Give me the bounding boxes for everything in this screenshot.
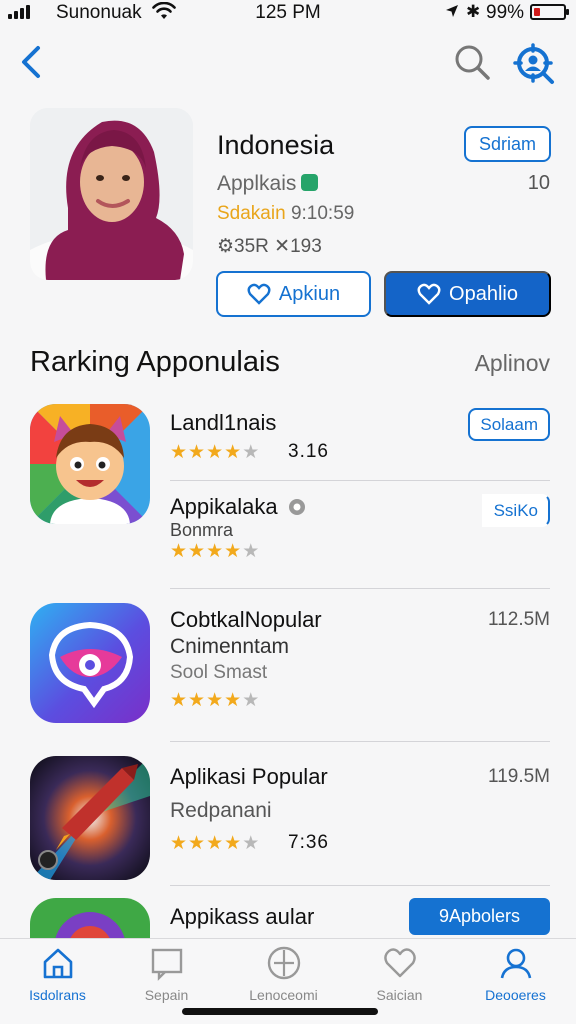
star-filled-icon: ★ — [224, 690, 243, 711]
tab-label: Isdolrans — [29, 987, 86, 1003]
app-title: CobtkalNopular — [170, 607, 322, 632]
star-filled-icon: ★ — [170, 541, 189, 562]
tab-explore[interactable]: Lenoceomi — [226, 945, 341, 1003]
profile-search-icon[interactable] — [512, 42, 556, 86]
divider — [170, 885, 550, 886]
tab-home[interactable]: Isdolrans — [0, 945, 115, 1003]
featured-meta-label: Sdakain — [217, 203, 286, 224]
status-bar: Sunonuak 125 PM ✱ 99% — [0, 0, 576, 28]
featured-small-button[interactable]: Sdriam — [464, 126, 551, 162]
star-filled-icon: ★ — [206, 442, 225, 463]
tab-label: Saician — [376, 987, 423, 1003]
app-icon-cartoon-boy[interactable] — [30, 404, 150, 524]
featured-filled-button[interactable]: Opahlio — [384, 271, 551, 317]
star-empty-icon: ★ — [242, 442, 261, 463]
star-filled-icon: ★ — [188, 690, 207, 711]
rating-value: 3.16 — [288, 441, 329, 462]
divider — [170, 741, 550, 742]
section-title: Rarking Apponulais — [30, 346, 280, 378]
message-icon — [151, 948, 182, 981]
star-rating: ★★★★★ — [170, 441, 260, 464]
app-subtitle: Bonmra — [170, 520, 234, 540]
divider — [170, 588, 550, 589]
divider — [170, 480, 550, 481]
heart-shield-icon — [247, 283, 271, 305]
search-icon[interactable] — [452, 42, 492, 82]
featured-meta: Sdakain 9:10:59 — [217, 203, 354, 225]
location-arrow-icon — [446, 5, 458, 17]
star-rating: ★★★★★ — [170, 832, 260, 855]
star-filled-icon: ★ — [224, 442, 243, 463]
verified-icon — [301, 174, 319, 191]
compass-icon — [267, 946, 300, 980]
app-subtitle: Cnimenntam — [170, 635, 290, 658]
tab-messages[interactable]: Sepain — [109, 945, 224, 1003]
featured-outline-button[interactable]: Apkiun — [216, 271, 371, 317]
star-filled-icon: ★ — [188, 833, 207, 854]
heart-outline-icon — [417, 283, 441, 305]
home-icon — [43, 948, 72, 979]
star-empty-icon: ★ — [242, 690, 261, 711]
verified-badge-icon — [288, 499, 305, 515]
star-filled-icon: ★ — [170, 442, 189, 463]
featured-portrait-image[interactable] — [30, 108, 193, 280]
rating-value: 7:36 — [288, 832, 329, 853]
app-icon-rocket[interactable] — [30, 756, 150, 880]
featured-category: Applkais — [217, 172, 297, 195]
tab-label: Lenoceomi — [249, 987, 318, 1003]
app-action-button[interactable]: SsiKo — [481, 494, 550, 527]
tab-profile[interactable]: Deooeres — [458, 945, 573, 1003]
chevron-left-icon[interactable] — [16, 40, 48, 84]
app-title: Aplikasi Popular — [170, 764, 328, 789]
person-icon — [500, 948, 531, 979]
app-title: Landl1nais — [170, 410, 277, 435]
star-filled-icon: ★ — [188, 541, 207, 562]
app-size: 119.5M — [488, 766, 550, 787]
app-icon-target[interactable] — [30, 898, 150, 938]
featured-title: Indonesia — [217, 130, 335, 160]
app-action-button[interactable]: Solaam — [468, 408, 550, 441]
app-subtitle: Redpanani — [170, 799, 272, 822]
tab-label: Sepain — [144, 987, 189, 1003]
star-filled-icon: ★ — [224, 833, 243, 854]
star-filled-icon: ★ — [188, 442, 207, 463]
section-see-all-link[interactable]: Aplinov — [475, 350, 550, 377]
featured-filled-button-label: Opahlio — [449, 282, 518, 305]
star-filled-icon: ★ — [206, 833, 225, 854]
star-filled-icon: ★ — [170, 690, 189, 711]
heart-icon — [383, 948, 416, 978]
app-icon-bird[interactable] — [30, 603, 150, 723]
app-title: Appikalaka — [170, 494, 306, 520]
home-indicator — [182, 1008, 378, 1015]
star-filled-icon: ★ — [206, 541, 225, 562]
app-size: 112.5M — [488, 609, 550, 630]
star-empty-icon: ★ — [242, 541, 261, 562]
tab-label: Deooeres — [485, 987, 546, 1003]
app-title-text: Appikalaka — [170, 494, 278, 519]
star-rating: ★★★★★ — [170, 540, 260, 563]
star-filled-icon: ★ — [170, 833, 189, 854]
battery-percent: 99% — [486, 2, 525, 23]
star-empty-icon: ★ — [242, 833, 261, 854]
star-filled-icon: ★ — [224, 541, 243, 562]
app-category: Sool Smast — [170, 662, 268, 683]
app-title: Appikass aular — [170, 904, 315, 929]
battery-icon — [530, 4, 569, 20]
featured-stats: ⚙35R ✕193 — [217, 236, 322, 257]
featured-meta-value: 9:10:59 — [290, 203, 355, 224]
featured-count: 10 — [527, 172, 550, 194]
bluetooth-icon: ✱ — [466, 2, 481, 21]
featured-subtitle: Applkais — [217, 172, 319, 196]
featured-outline-button-label: Apkiun — [278, 282, 341, 305]
app-action-button[interactable]: 9Apbolers — [409, 898, 550, 935]
star-filled-icon: ★ — [206, 690, 225, 711]
tab-favorites[interactable]: Saician — [342, 945, 457, 1003]
star-rating: ★★★★★ — [170, 689, 260, 712]
